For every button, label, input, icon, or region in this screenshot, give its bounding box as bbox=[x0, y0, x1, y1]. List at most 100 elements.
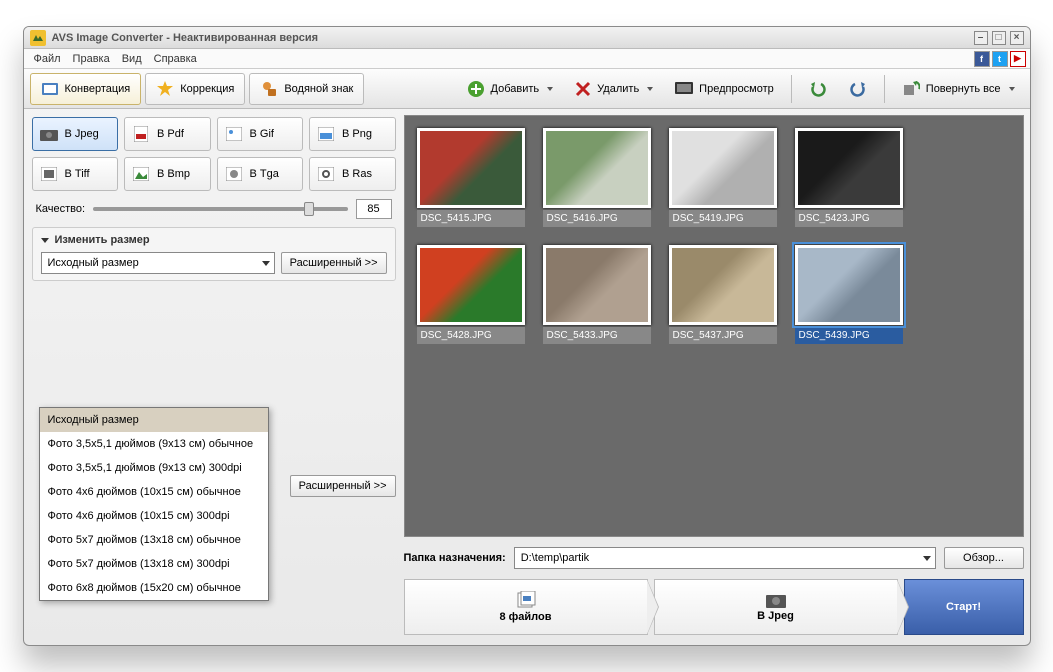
resize-option[interactable]: Фото 6x8 дюймов (15x20 см) обычное bbox=[40, 576, 268, 600]
resize-option[interactable]: Исходный размер bbox=[40, 408, 268, 432]
thumbnail-image bbox=[417, 245, 525, 325]
thumbnail-label: DSC_5416.JPG bbox=[543, 210, 651, 227]
browse-button[interactable]: Обзор... bbox=[944, 547, 1024, 569]
right-panel: DSC_5415.JPGDSC_5416.JPGDSC_5419.JPGDSC_… bbox=[404, 109, 1030, 645]
resize-advanced-button[interactable]: Расширенный >> bbox=[281, 252, 387, 274]
add-button[interactable]: Добавить bbox=[458, 74, 563, 104]
convert-icon bbox=[41, 80, 59, 98]
thumbnail-item[interactable]: DSC_5423.JPG bbox=[795, 128, 903, 227]
chevron-down-icon bbox=[647, 87, 653, 91]
gif-icon bbox=[224, 125, 244, 143]
close-button[interactable]: × bbox=[1010, 31, 1024, 45]
watermark-icon bbox=[260, 80, 278, 98]
format-gif[interactable]: В Gif bbox=[217, 117, 304, 151]
thumbnail-image bbox=[417, 128, 525, 208]
thumbnail-item[interactable]: DSC_5439.JPG bbox=[795, 245, 903, 344]
summary-steps: 8 файлов В Jpeg Старт! bbox=[404, 579, 1024, 635]
star-icon bbox=[156, 80, 174, 98]
preview-button[interactable]: Предпросмотр bbox=[666, 74, 783, 104]
quality-row: Качество: bbox=[32, 199, 396, 219]
camera-icon bbox=[39, 125, 59, 143]
thumbnail-item[interactable]: DSC_5437.JPG bbox=[669, 245, 777, 344]
app-logo-icon bbox=[30, 30, 46, 46]
thumbnail-label: DSC_5415.JPG bbox=[417, 210, 525, 227]
resize-dropdown[interactable]: Исходный размерФото 3,5x5,1 дюймов (9x13… bbox=[39, 407, 269, 601]
chevron-down-icon bbox=[547, 87, 553, 91]
thumbnail-item[interactable]: DSC_5433.JPG bbox=[543, 245, 651, 344]
step-format: В Jpeg bbox=[654, 579, 898, 635]
quality-slider[interactable] bbox=[93, 207, 347, 211]
minimize-button[interactable]: – bbox=[974, 31, 988, 45]
thumbnail-label: DSC_5428.JPG bbox=[417, 327, 525, 344]
menu-view[interactable]: Вид bbox=[116, 53, 148, 65]
menu-help[interactable]: Справка bbox=[148, 53, 203, 65]
maximize-button[interactable]: □ bbox=[992, 31, 1006, 45]
resize-combo[interactable]: Исходный размер bbox=[41, 252, 275, 274]
window-title: AVS Image Converter - Неактивированная в… bbox=[52, 32, 970, 44]
resize-option[interactable]: Фото 4x6 дюймов (10x15 см) 300dpi bbox=[40, 504, 268, 528]
facebook-icon[interactable]: f bbox=[974, 51, 990, 67]
plus-icon bbox=[467, 80, 485, 98]
thumbnail-label: DSC_5423.JPG bbox=[795, 210, 903, 227]
pdf-icon bbox=[131, 125, 151, 143]
format-pdf[interactable]: В Pdf bbox=[124, 117, 211, 151]
left-panel: В Jpeg В Pdf В Gif В Png В Tiff В Bmp В … bbox=[24, 109, 404, 645]
bmp-icon bbox=[131, 165, 151, 183]
resize-option[interactable]: Фото 5x7 дюймов (13x18 см) обычное bbox=[40, 528, 268, 552]
resize-section: Изменить размер Исходный размер Расширен… bbox=[32, 227, 396, 281]
chevron-down-icon bbox=[1009, 87, 1015, 91]
rotate-icon bbox=[902, 81, 920, 97]
tiff-icon bbox=[39, 165, 59, 183]
monitor-icon bbox=[675, 82, 693, 96]
chevron-down-icon[interactable] bbox=[41, 238, 49, 243]
format-tga[interactable]: В Tga bbox=[217, 157, 304, 191]
undo-button[interactable] bbox=[800, 74, 836, 104]
format-tiff[interactable]: В Tiff bbox=[32, 157, 119, 191]
thumbnail-image bbox=[795, 245, 903, 325]
tab-convert[interactable]: Конвертация bbox=[30, 73, 142, 105]
format-jpeg[interactable]: В Jpeg bbox=[32, 117, 119, 151]
redo-icon bbox=[849, 81, 867, 97]
slider-thumb[interactable] bbox=[304, 202, 314, 216]
delete-button[interactable]: Удалить bbox=[566, 74, 662, 104]
format-ras[interactable]: В Ras bbox=[309, 157, 396, 191]
rotate-all-button[interactable]: Повернуть все bbox=[893, 74, 1024, 104]
chevron-down-icon bbox=[262, 261, 270, 266]
menu-file[interactable]: Файл bbox=[28, 53, 67, 65]
thumbnail-image bbox=[543, 245, 651, 325]
resize-option[interactable]: Фото 3,5x5,1 дюймов (9x13 см) 300dpi bbox=[40, 456, 268, 480]
format-png[interactable]: В Png bbox=[309, 117, 396, 151]
undo-icon bbox=[809, 81, 827, 97]
chevron-down-icon bbox=[923, 556, 931, 561]
thumbnail-image bbox=[669, 128, 777, 208]
format-bmp[interactable]: В Bmp bbox=[124, 157, 211, 191]
format-grid: В Jpeg В Pdf В Gif В Png В Tiff В Bmp В … bbox=[32, 117, 396, 191]
thumbnail-item[interactable]: DSC_5416.JPG bbox=[543, 128, 651, 227]
menubar: Файл Правка Вид Справка f t ▶ bbox=[24, 49, 1030, 69]
dest-label: Папка назначения: bbox=[404, 552, 506, 564]
thumbnail-label: DSC_5437.JPG bbox=[669, 327, 777, 344]
files-icon bbox=[515, 591, 537, 609]
resize-option[interactable]: Фото 3,5x5,1 дюймов (9x13 см) обычное bbox=[40, 432, 268, 456]
redo-button[interactable] bbox=[840, 74, 876, 104]
start-button[interactable]: Старт! bbox=[904, 579, 1024, 635]
youtube-icon[interactable]: ▶ bbox=[1010, 51, 1026, 67]
thumbnail-image bbox=[543, 128, 651, 208]
app-window: AVS Image Converter - Неактивированная в… bbox=[23, 26, 1031, 646]
rename-advanced-button[interactable]: Расширенный >> bbox=[290, 475, 396, 497]
resize-option[interactable]: Фото 4x6 дюймов (10x15 см) обычное bbox=[40, 480, 268, 504]
menu-edit[interactable]: Правка bbox=[67, 53, 116, 65]
thumbnail-item[interactable]: DSC_5415.JPG bbox=[417, 128, 525, 227]
thumbnail-item[interactable]: DSC_5419.JPG bbox=[669, 128, 777, 227]
dest-path-combo[interactable]: D:\temp\partik bbox=[514, 547, 936, 569]
thumbnail-area[interactable]: DSC_5415.JPGDSC_5416.JPGDSC_5419.JPGDSC_… bbox=[404, 115, 1024, 537]
tab-correct[interactable]: Коррекция bbox=[145, 73, 245, 105]
twitter-icon[interactable]: t bbox=[992, 51, 1008, 67]
png-icon bbox=[316, 125, 336, 143]
thumbnail-item[interactable]: DSC_5428.JPG bbox=[417, 245, 525, 344]
quality-label: Качество: bbox=[36, 203, 86, 215]
quality-value[interactable] bbox=[356, 199, 392, 219]
tga-icon bbox=[224, 165, 244, 183]
resize-option[interactable]: Фото 5x7 дюймов (13x18 см) 300dpi bbox=[40, 552, 268, 576]
tab-watermark[interactable]: Водяной знак bbox=[249, 73, 364, 105]
